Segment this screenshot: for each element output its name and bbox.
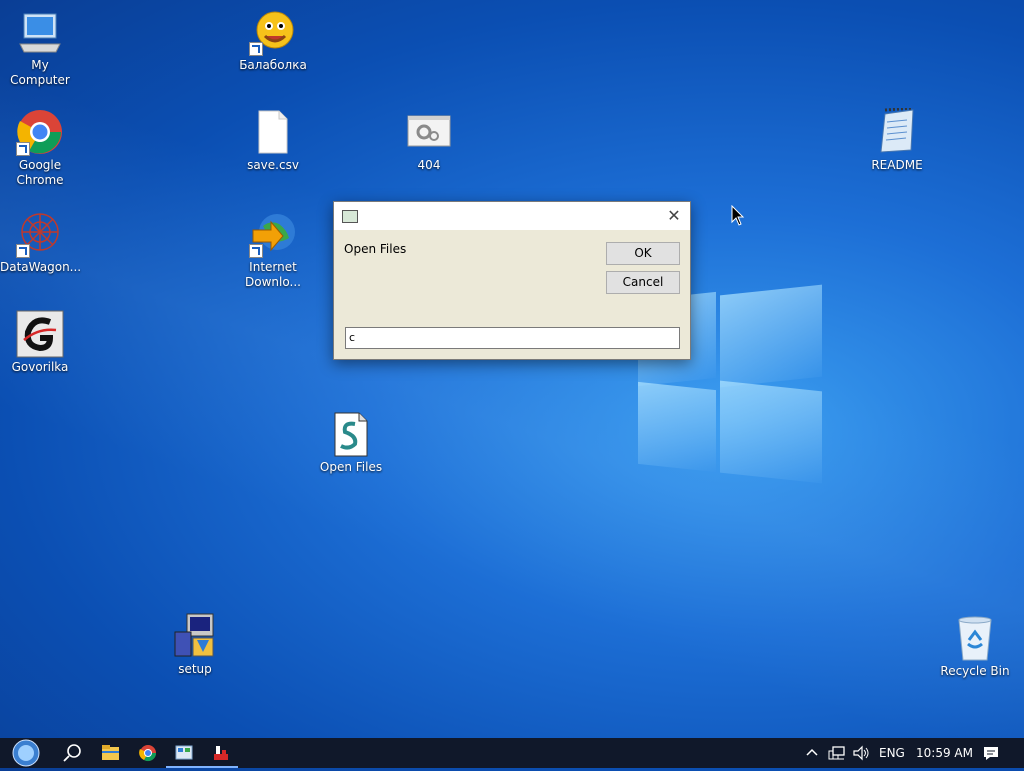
shortcut-arrow-icon [249,42,263,56]
taskbar-control-panel[interactable] [166,738,202,768]
notepad-document-icon [873,106,921,156]
shortcut-arrow-icon [16,142,30,156]
settings-window-icon [405,108,453,156]
desktop-icon-save-csv[interactable]: save.csv [233,108,313,173]
dialog-titlebar[interactable]: ✕ [334,202,690,230]
language-indicator[interactable]: ENG [879,738,905,768]
network-icon[interactable] [828,745,846,761]
chrome-icon [139,745,157,762]
desktop-icon-404[interactable]: 404 [389,108,469,173]
balabolka-smiley-icon [249,8,297,56]
script-file-icon [327,410,375,458]
search-icon [63,744,81,762]
chevron-up-icon[interactable] [806,746,818,760]
datawagon-network-icon [16,210,64,258]
desktop-icon-google-chrome[interactable]: Google Chrome [0,108,80,188]
notifications-icon[interactable] [982,745,1000,761]
blank-file-icon [249,108,297,156]
open-files-dialog: ✕ Open Files OK Cancel c [333,201,691,360]
taskbar-search-button[interactable] [54,738,90,768]
taskbar-file-explorer[interactable] [92,738,128,768]
recycle-bin-icon [951,614,999,662]
dialog-text-input[interactable]: c [345,327,680,349]
start-button[interactable] [4,738,48,768]
start-orb-icon [12,739,40,767]
chrome-icon [16,108,64,156]
desktop-icon-setup[interactable]: setup [155,612,235,677]
control-panel-icon [175,745,193,760]
shortcut-arrow-icon [16,244,30,258]
ok-button[interactable]: OK [606,242,680,265]
app-icon [214,746,228,760]
clock[interactable]: 10:59 AM [916,738,973,768]
close-icon[interactable]: ✕ [664,206,684,226]
desktop-icon-internet-download-manager[interactable]: Internet Downlo... [233,210,313,290]
desktop-icon-open-files[interactable]: Open Files [311,410,391,475]
file-explorer-icon [102,745,119,760]
desktop-icon-my-computer[interactable]: My Computer [0,8,80,88]
cancel-button[interactable]: Cancel [606,271,680,294]
desktop-icon-govorilka[interactable]: Govorilka [0,310,80,375]
taskbar: ENG 10:59 AM [0,738,1024,768]
taskbar-app[interactable] [202,738,238,768]
dialog-prompt: Open Files [344,242,407,256]
installer-setup-icon [171,612,219,660]
computer-icon [16,8,64,56]
govorilka-icon [16,310,64,358]
shortcut-arrow-icon [249,244,263,258]
mouse-cursor-icon [731,205,745,226]
idm-globe-icon [249,210,297,258]
desktop-icon-recycle-bin[interactable]: Recycle Bin [935,614,1015,679]
desktop-icon-balabolka[interactable]: Балаболка [233,8,313,73]
taskbar-chrome[interactable] [130,738,166,768]
volume-icon[interactable] [852,745,870,761]
desktop-icon-datawagon[interactable]: DataWagon... [0,210,81,275]
window-app-icon [342,210,358,223]
desktop-icon-readme[interactable]: README [857,106,937,173]
